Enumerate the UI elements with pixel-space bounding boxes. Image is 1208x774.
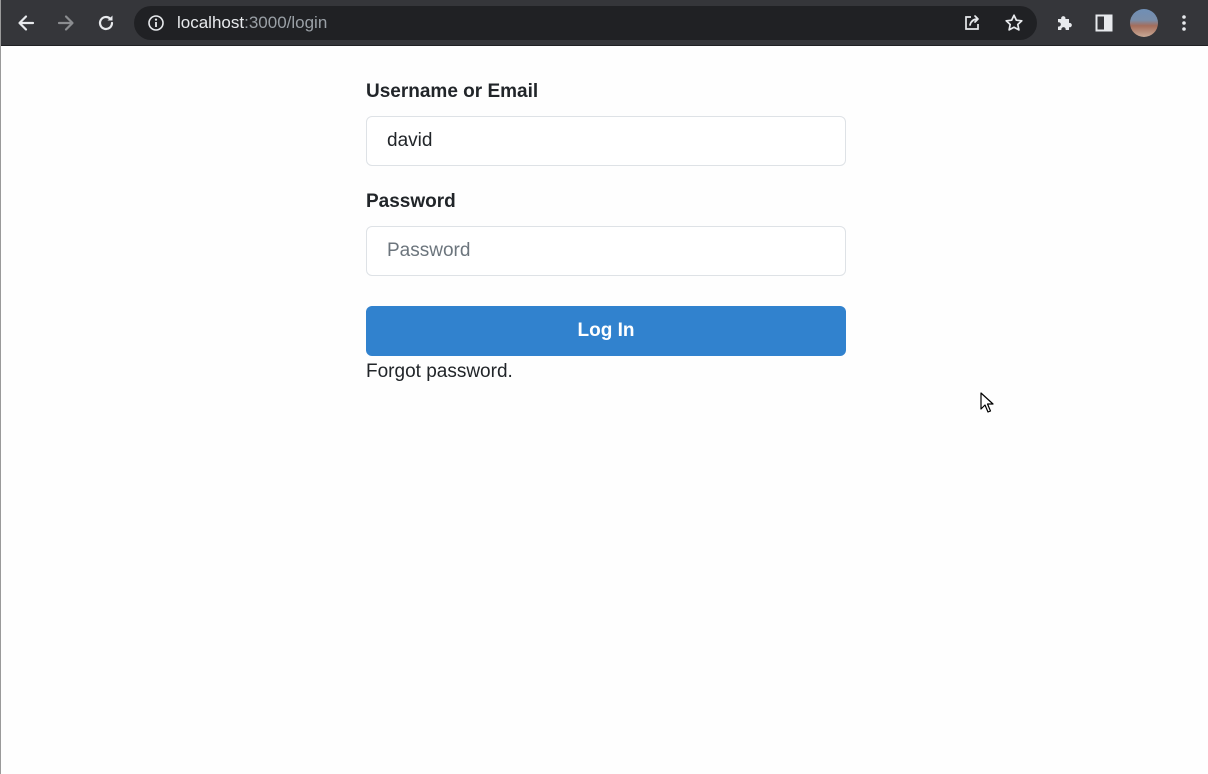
- extensions-button[interactable]: [1048, 7, 1080, 39]
- arrow-right-icon: [56, 13, 76, 33]
- arrow-left-icon: [16, 13, 36, 33]
- side-panel-icon: [1094, 13, 1114, 33]
- reload-icon: [96, 13, 116, 33]
- kebab-menu-icon: [1174, 13, 1194, 33]
- reload-button[interactable]: [90, 7, 122, 39]
- forward-button[interactable]: [50, 7, 82, 39]
- username-input[interactable]: [366, 116, 846, 166]
- browser-window: localhost:3000/login Username or Email d…: [0, 0, 1208, 774]
- info-circle-icon[interactable]: [147, 14, 165, 37]
- star-icon[interactable]: [1004, 13, 1024, 38]
- username-label: Username or Email: [366, 81, 539, 102]
- password-input[interactable]: [366, 226, 846, 276]
- forgot-password-link[interactable]: Forgot password.: [366, 360, 513, 384]
- back-button[interactable]: [10, 7, 42, 39]
- url-path: :3000/login: [244, 13, 328, 32]
- password-label: Password: [366, 191, 456, 212]
- mouse-pointer-icon: [980, 392, 994, 419]
- login-button[interactable]: Log In: [366, 306, 846, 356]
- side-panel-button[interactable]: [1088, 7, 1120, 39]
- avatar[interactable]: [1130, 9, 1158, 37]
- address-bar[interactable]: localhost:3000/login: [134, 6, 1037, 40]
- url-text[interactable]: localhost:3000/login: [177, 6, 327, 40]
- login-page: Username or Email Password Log In Forgot…: [1, 46, 1208, 774]
- puzzle-icon: [1054, 13, 1074, 33]
- share-icon[interactable]: [962, 13, 982, 38]
- browser-toolbar: localhost:3000/login: [1, 0, 1208, 46]
- url-host: localhost: [177, 13, 245, 32]
- browser-menu-button[interactable]: [1168, 7, 1200, 39]
